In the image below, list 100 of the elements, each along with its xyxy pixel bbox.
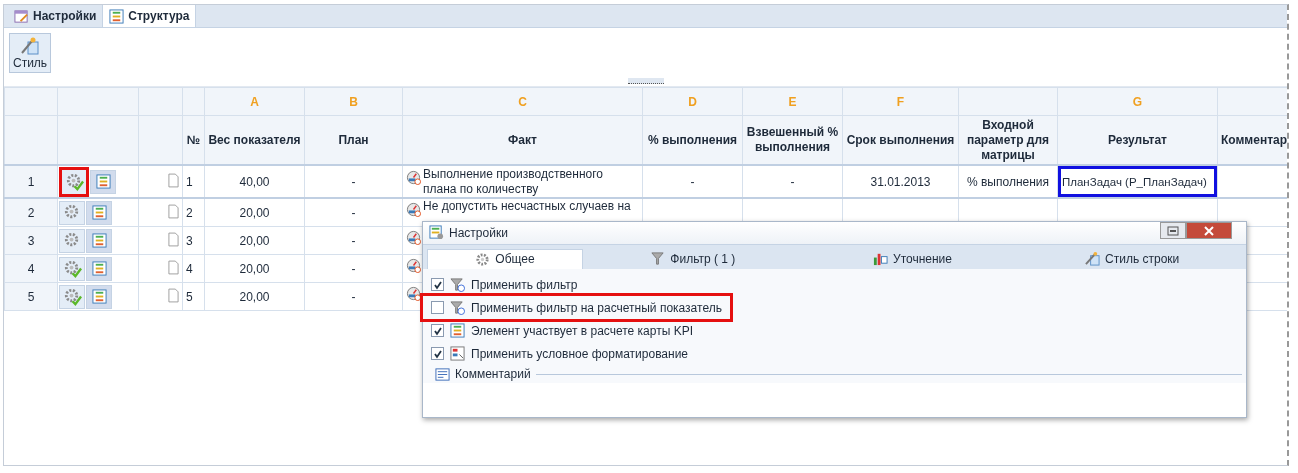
table-cell: ПланЗадач (P_ПланЗадач): [1062, 175, 1207, 188]
tab[interactable]: Фильтр ( 1 ): [583, 248, 803, 269]
column-letter: F: [896, 94, 905, 109]
column-header: План: [338, 132, 369, 147]
document-icon[interactable]: [168, 203, 179, 219]
table-cell: 2: [186, 205, 193, 220]
gauge-icon[interactable]: [406, 230, 421, 245]
column-letter: D: [688, 94, 697, 109]
checkbox[interactable]: [431, 278, 444, 291]
gauge-icon[interactable]: [406, 202, 421, 217]
table-cell: 20,00: [239, 289, 270, 304]
column-header: Результат: [1108, 132, 1167, 147]
table-cell: 40,00: [239, 174, 270, 189]
column-header: Срок выполнения: [846, 132, 955, 147]
column-header: Комментар: [1221, 132, 1287, 147]
gear-icon: [475, 251, 491, 267]
restore-icon: [1167, 225, 1179, 236]
table-cell: % выполнения: [966, 174, 1049, 189]
structure-settings-icon: [429, 225, 444, 241]
gauge-icon[interactable]: [406, 286, 421, 301]
document-icon[interactable]: [168, 231, 179, 247]
option-label: Применить фильтр: [471, 277, 578, 292]
tab[interactable]: Настройки: [8, 5, 103, 27]
settings-button[interactable]: [59, 166, 89, 196]
structure-icon: [91, 205, 107, 220]
tab[interactable]: Стиль строки: [1022, 248, 1242, 269]
structure-button[interactable]: [86, 284, 112, 309]
structure-button[interactable]: [86, 228, 112, 253]
table-cell: -: [690, 174, 695, 189]
table-cell: -: [790, 174, 795, 189]
row-number: 2: [27, 205, 35, 220]
formatting-icon: [450, 346, 465, 361]
column-header: Взвешенный % выполнения: [746, 125, 839, 154]
structure-button[interactable]: [90, 169, 116, 194]
column-header: % выполнения: [647, 132, 738, 147]
comment-field[interactable]: [423, 383, 1246, 417]
table-cell: 20,00: [239, 233, 270, 248]
structure-icon: [91, 233, 107, 248]
checkbox[interactable]: [431, 324, 444, 337]
column-letter: A: [250, 94, 259, 109]
table-cell: -: [351, 289, 356, 304]
gauge-icon[interactable]: [406, 169, 421, 185]
option-label: Применить условное форматирование: [471, 346, 689, 361]
document-icon[interactable]: [168, 172, 179, 188]
close-icon: [1203, 225, 1215, 236]
table-cell: 3: [186, 233, 193, 248]
tab[interactable]: Структура: [102, 5, 197, 27]
dialog-title: Настройки: [449, 225, 508, 240]
style-button[interactable]: Стиль: [9, 33, 52, 73]
table-cell: -: [351, 174, 356, 189]
table-cell: 20,00: [239, 261, 270, 276]
structure-icon: [91, 289, 107, 304]
table-cell: -: [351, 261, 356, 276]
table-cell: 4: [186, 261, 193, 276]
filter-check-icon: [450, 277, 465, 292]
structure-icon: [95, 174, 111, 189]
structure-icon: [91, 261, 107, 276]
structure-icon: [109, 8, 125, 24]
comment-icon: [435, 366, 450, 382]
table-cell: Не допустить несчастных случаев на: [423, 199, 631, 214]
form-icon: [14, 8, 29, 24]
checkbox[interactable]: [431, 301, 444, 314]
gauge-icon[interactable]: [406, 258, 421, 273]
table-cell: 20,00: [239, 205, 270, 220]
column-letter: E: [788, 94, 797, 109]
row-number: 3: [27, 233, 35, 248]
comment-label: Комментарий: [455, 367, 531, 381]
row-number: 1: [27, 174, 35, 189]
document-icon[interactable]: [168, 259, 179, 275]
table-cell: 31.01.2013: [870, 174, 931, 189]
structure-button[interactable]: [86, 200, 112, 225]
column-letter: G: [1132, 94, 1143, 109]
chart-icon: [873, 251, 889, 267]
table-cell-text: Выполнение производственного плана по количеству: [423, 166, 604, 196]
table-cell: -: [351, 205, 356, 220]
structure-button[interactable]: [86, 256, 112, 281]
column-header: Вес показателя: [208, 132, 301, 147]
tab[interactable]: Общее: [427, 248, 583, 269]
table-cell: 5: [186, 289, 193, 304]
table-cell: -: [351, 233, 356, 248]
option-label: Применить фильтр на расчетный показатель: [471, 300, 722, 315]
checkbox[interactable]: [431, 347, 444, 360]
magic-wand-icon: [20, 36, 41, 56]
filter-check-icon: [450, 300, 465, 315]
column-header: Факт: [508, 132, 537, 147]
close-button[interactable]: [1186, 222, 1232, 239]
row-number: 5: [27, 289, 35, 304]
option-label: Элемент участвует в расчете карты KPI: [471, 323, 693, 338]
column-header: №: [186, 132, 201, 147]
filter-icon: [650, 251, 666, 267]
column-header: Входной параметр для матрицы: [966, 117, 1050, 162]
splitter-handle[interactable]: [627, 78, 664, 84]
column-letter: C: [518, 94, 527, 109]
document-icon[interactable]: [168, 287, 179, 303]
table-cell: 1: [186, 174, 193, 189]
tab[interactable]: Уточнение: [802, 248, 1023, 269]
restore-button[interactable]: [1160, 222, 1186, 239]
structure-icon: [450, 323, 465, 338]
row-number: 4: [27, 261, 35, 276]
column-letter: B: [349, 94, 358, 109]
